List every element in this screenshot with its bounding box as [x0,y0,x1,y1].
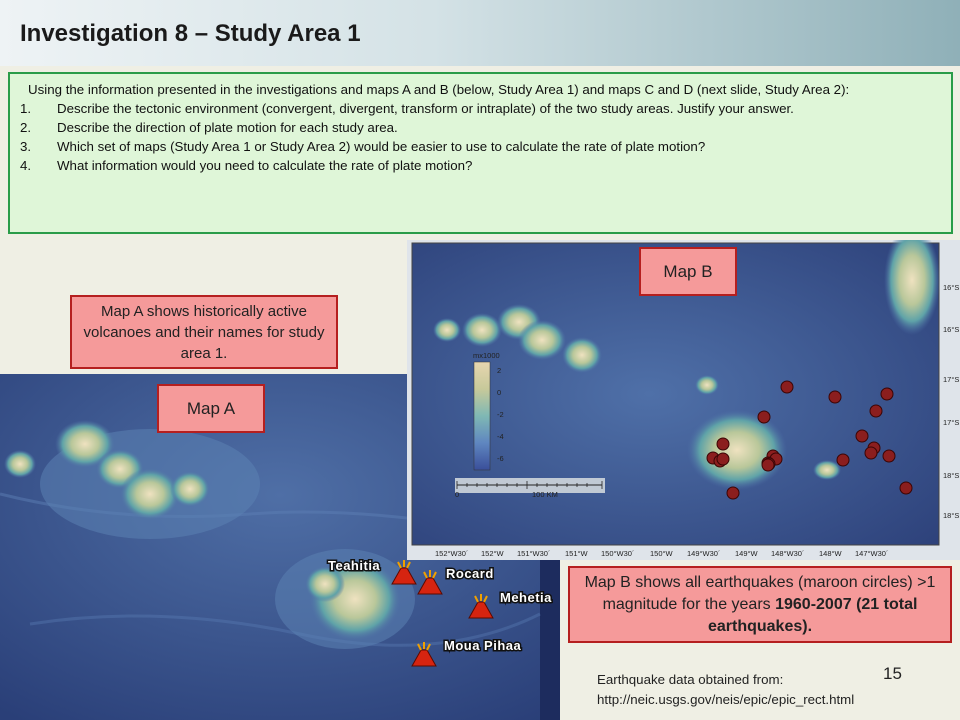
earthquake-marker [880,387,894,401]
map-a-tag: Map A [157,384,265,433]
earthquake-marker [855,429,869,443]
volcano-label-mehetia: Mehetia [500,590,552,605]
lat-label: 18°S 30´ [943,511,960,520]
lon-label: 149°W [735,549,759,558]
map-a-callout: Map A shows historically active volcanoe… [70,295,338,369]
item-text: Which set of maps (Study Area 1 or Study… [57,139,706,154]
earthquake-marker [757,410,771,424]
lat-label: 16°S [943,283,959,292]
map-b-tag-label: Map B [663,262,713,281]
lon-label: 148°W [819,549,843,558]
earthquake-marker [761,458,775,472]
earthquake-marker [780,380,794,394]
map-a-tag-label: Map A [186,399,236,418]
lon-label: 147°W30´ [855,549,888,558]
item-text: Describe the direction of plate motion f… [57,120,398,135]
instructions-intro: Using the information presented in the i… [28,82,850,97]
scale-start: 0 [455,490,459,499]
lon-label: 149°W30´ [687,549,720,558]
volcano-label-rocard: Rocard [446,566,494,581]
lon-label: 150°W [650,549,674,558]
earthquake-marker [899,481,913,495]
item-number: 3. [20,139,32,154]
list-item: 1. Describe the tectonic environment (con… [20,99,941,118]
page-number: 15 [883,664,902,683]
data-source: Earthquake data obtained from: http://ne… [597,670,854,710]
lat-label: 17°S [943,375,959,384]
earthquake-marker [882,449,896,463]
lon-labels: 152°W30´ 152°W 151°W30´ 151°W 150°W30´ 1… [435,549,888,558]
lon-label: 148°W30´ [771,549,804,558]
instructions-list: 1. Describe the tectonic environment (con… [20,99,941,175]
lat-label: 17°S 30´ [943,418,960,427]
earthquake-marker [828,390,842,404]
legend-tick: 2 [497,366,501,375]
earthquake-marker [869,404,883,418]
lon-label: 152°W [481,549,505,558]
lon-label: 151°W [565,549,589,558]
lat-label: 18°S [943,471,959,480]
source-line: Earthquake data obtained from: [597,672,784,687]
earthquake-marker [726,486,740,500]
earthquake-marker [836,453,850,467]
item-number: 2. [20,120,32,135]
legend-tick: -4 [497,432,504,441]
instructions-box: Using the information presented in the i… [8,72,953,234]
earthquake-marker [864,446,878,460]
source-url[interactable]: http://neic.usgs.gov/neis/epic/epic_rect… [597,690,854,710]
map-b-callout: Map B shows all earthquakes (maroon circ… [568,566,952,643]
item-text: Describe the tectonic environment (conve… [57,101,794,116]
lon-label: 150°W30´ [601,549,634,558]
item-number: 4. [20,158,32,173]
volcano-label-teahitia: Teahitia [328,558,380,573]
scale-end: 100 KM [532,490,558,499]
item-number: 1. [20,101,32,116]
lon-label: 152°W30´ [435,549,468,558]
list-item: 4. What information would you need to cal… [20,156,941,175]
legend-bar [473,361,491,471]
lat-label: 16°S 30´ [943,325,960,334]
lon-label: 151°W30´ [517,549,550,558]
volcano-label-moua-pihaa: Moua Pihaa [444,638,522,653]
legend-unit: mx1000 [473,351,500,360]
earthquake-marker [716,437,730,451]
slide-title: Investigation 8 – Study Area 1 [20,20,361,47]
legend-tick: 0 [497,388,501,397]
item-text: What information would you need to calcu… [57,158,473,173]
list-item: 3. Which set of maps (Study Area 1 or Stu… [20,137,941,156]
legend-tick: -6 [497,454,504,463]
earthquake-marker [716,452,730,466]
map-a-callout-text: Map A shows historically active volcanoe… [83,303,325,362]
legend-tick: -2 [497,410,504,419]
list-item: 2. Describe the direction of plate motion… [20,118,941,137]
map-b-tag: Map B [639,247,737,296]
